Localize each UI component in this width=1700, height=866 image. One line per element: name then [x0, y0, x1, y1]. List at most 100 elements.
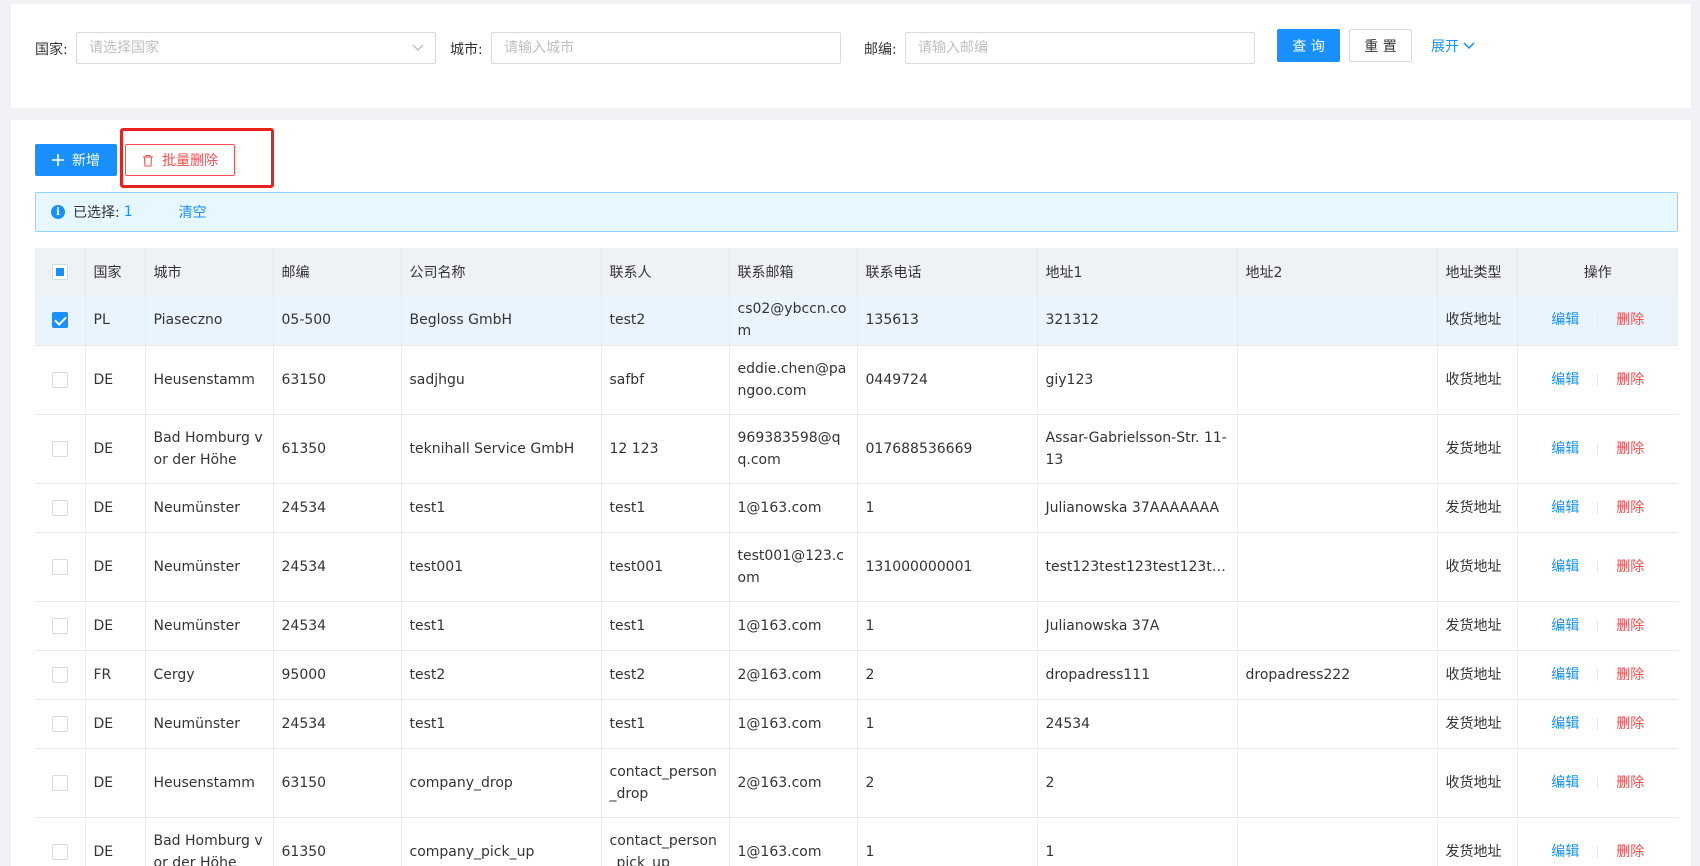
- city-cell: Heusenstamm: [145, 748, 274, 818]
- email-cell: cs02@ybccn.com: [729, 296, 858, 346]
- delete-link[interactable]: 删除: [1616, 372, 1644, 388]
- table-row[interactable]: DE Neumünster 24534 test1 test1 1@163.co…: [35, 699, 1678, 749]
- company-cell: company_pick_up: [401, 817, 602, 866]
- type-cell: 发货地址: [1437, 699, 1518, 749]
- edit-link[interactable]: 编辑: [1551, 667, 1579, 683]
- delete-link[interactable]: 删除: [1616, 775, 1644, 791]
- email-cell: 2@163.com: [729, 748, 858, 818]
- table-row[interactable]: DE Neumünster 24534 test1 test1 1@163.co…: [35, 601, 1678, 651]
- action-divider: [1597, 501, 1599, 514]
- table-row[interactable]: DE Neumünster 24534 test1 test1 1@163.co…: [35, 483, 1678, 533]
- row-select-cell: [35, 345, 86, 415]
- column-header: 联系电话: [857, 248, 1038, 296]
- row-checkbox[interactable]: [51, 774, 68, 791]
- address-table: 国家 城市 邮编 公司名称 联系人 联系邮箱 联系电话 地址1 地址2 地址类型…: [35, 248, 1678, 866]
- edit-link[interactable]: 编辑: [1551, 559, 1579, 575]
- row-checkbox[interactable]: [51, 843, 68, 860]
- city-cell: Neumünster: [145, 483, 274, 533]
- row-checkbox[interactable]: [51, 440, 68, 457]
- contact-cell: test2: [601, 296, 730, 346]
- address1-cell: 2: [1037, 748, 1238, 818]
- delete-link[interactable]: 删除: [1616, 441, 1644, 457]
- country-placeholder: 请选择国家: [89, 40, 159, 56]
- table-row[interactable]: FR Cergy 95000 test2 test2 2@163.com 2 d…: [35, 650, 1678, 700]
- selected-label: 已选择:: [73, 205, 120, 221]
- phone-cell: 0449724: [857, 345, 1038, 415]
- clear-selection-link[interactable]: 清空: [179, 202, 207, 222]
- company-cell: teknihall Service GmbH: [401, 414, 602, 484]
- country-cell: DE: [85, 699, 146, 749]
- country-cell: PL: [85, 296, 146, 346]
- zip-input[interactable]: 请输入邮编: [905, 32, 1255, 64]
- edit-link[interactable]: 编辑: [1551, 775, 1579, 791]
- country-cell: FR: [85, 650, 146, 700]
- delete-link[interactable]: 删除: [1616, 716, 1644, 732]
- column-header: 地址类型: [1437, 248, 1518, 296]
- select-all-checkbox[interactable]: [51, 264, 68, 280]
- type-cell: 收货地址: [1437, 650, 1518, 700]
- phone-cell: 2: [857, 650, 1038, 700]
- edit-link[interactable]: 编辑: [1551, 441, 1579, 457]
- delete-link[interactable]: 删除: [1616, 312, 1644, 328]
- address2-cell: [1237, 699, 1438, 749]
- actions-cell: 编辑 删除: [1517, 345, 1678, 415]
- expand-link[interactable]: 展开: [1425, 29, 1481, 62]
- table-row[interactable]: DE Heusenstamm 63150 company_drop contac…: [35, 748, 1678, 818]
- row-select-cell: [35, 296, 86, 346]
- action-divider: [1597, 776, 1599, 789]
- query-button[interactable]: 查 询: [1277, 29, 1340, 62]
- type-cell: 收货地址: [1437, 748, 1518, 818]
- edit-link[interactable]: 编辑: [1551, 618, 1579, 634]
- actions-cell: 编辑 删除: [1517, 414, 1678, 484]
- action-divider: [1597, 442, 1599, 455]
- edit-link[interactable]: 编辑: [1551, 500, 1579, 516]
- delete-link[interactable]: 删除: [1616, 618, 1644, 634]
- country-cell: DE: [85, 817, 146, 866]
- table-row[interactable]: PL Piaseczno 05-500 Begloss GmbH test2 c…: [35, 296, 1678, 346]
- column-header: 地址1: [1037, 248, 1238, 296]
- edit-link[interactable]: 编辑: [1551, 716, 1579, 732]
- city-cell: Neumünster: [145, 601, 274, 651]
- reset-button[interactable]: 重 置: [1349, 29, 1412, 62]
- delete-link[interactable]: 删除: [1616, 667, 1644, 683]
- column-header: 国家: [85, 248, 146, 296]
- address1-cell: giy123: [1037, 345, 1238, 415]
- table-row[interactable]: DE Neumünster 24534 test001 test001 test…: [35, 532, 1678, 602]
- delete-link[interactable]: 删除: [1616, 559, 1644, 575]
- filter-panel: 国家: 请选择国家 城市: 请输入城市 邮编: 请输入邮编 查 询 重 置 展开: [11, 4, 1691, 108]
- row-checkbox[interactable]: [51, 666, 68, 683]
- address2-cell: [1237, 345, 1438, 415]
- delete-link[interactable]: 删除: [1616, 500, 1644, 516]
- country-cell: DE: [85, 483, 146, 533]
- delete-link[interactable]: 删除: [1616, 844, 1644, 860]
- expand-label: 展开: [1431, 38, 1459, 55]
- row-checkbox[interactable]: [51, 499, 68, 516]
- address1-cell: 24534: [1037, 699, 1238, 749]
- action-divider: [1597, 845, 1599, 858]
- address2-cell: [1237, 483, 1438, 533]
- row-checkbox[interactable]: [51, 617, 68, 634]
- row-checkbox[interactable]: [51, 312, 68, 329]
- row-checkbox[interactable]: [51, 558, 68, 575]
- actions-cell: 编辑 删除: [1517, 483, 1678, 533]
- address2-cell: [1237, 601, 1438, 651]
- table-row[interactable]: DE Bad Homburg vor der Höhe 61350 compan…: [35, 817, 1678, 866]
- row-checkbox[interactable]: [51, 371, 68, 388]
- company-cell: test1: [401, 483, 602, 533]
- edit-link[interactable]: 编辑: [1551, 372, 1579, 388]
- country-select[interactable]: 请选择国家: [76, 32, 436, 64]
- contact-cell: 12 123: [601, 414, 730, 484]
- city-input[interactable]: 请输入城市: [491, 32, 841, 64]
- table-row[interactable]: DE Bad Homburg vor der Höhe 61350 teknih…: [35, 414, 1678, 484]
- table-row[interactable]: DE Heusenstamm 63150 sadjhgu safbf eddie…: [35, 345, 1678, 415]
- city-cell: Bad Homburg vor der Höhe: [145, 414, 274, 484]
- row-checkbox[interactable]: [51, 715, 68, 732]
- edit-link[interactable]: 编辑: [1551, 844, 1579, 860]
- company-cell: test001: [401, 532, 602, 602]
- phone-cell: 1: [857, 483, 1038, 533]
- zip-cell: 24534: [273, 532, 402, 602]
- add-button[interactable]: 新增: [35, 144, 117, 176]
- country-cell: DE: [85, 414, 146, 484]
- edit-link[interactable]: 编辑: [1551, 312, 1579, 328]
- contact-cell: test001: [601, 532, 730, 602]
